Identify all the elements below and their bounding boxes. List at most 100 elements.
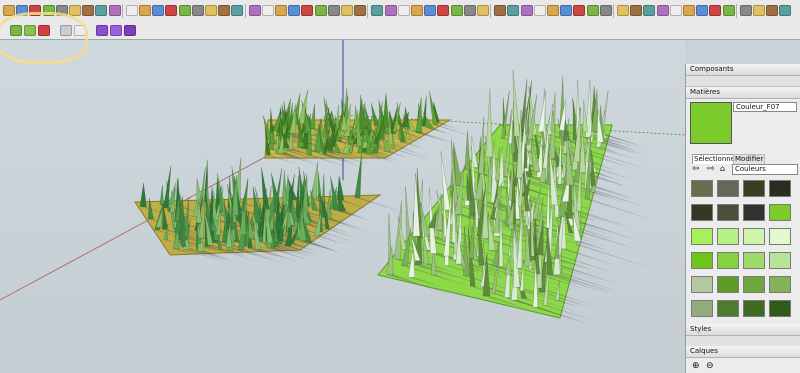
color-swatch[interactable]	[691, 228, 713, 245]
color-swatch[interactable]	[743, 300, 765, 317]
color-swatch[interactable]	[691, 204, 713, 221]
top-view-icon[interactable]	[354, 5, 367, 16]
offset-icon[interactable]	[165, 5, 178, 16]
stamp-icon[interactable]	[573, 5, 586, 16]
orbit-icon[interactable]	[261, 5, 274, 16]
color-swatch[interactable]	[717, 276, 739, 293]
layer-icon[interactable]	[722, 5, 735, 16]
tape-measure-icon[interactable]	[178, 5, 191, 16]
color-swatch[interactable]	[769, 228, 791, 245]
monochrome-icon[interactable]	[494, 5, 507, 16]
sandbox-icon[interactable]	[547, 5, 559, 16]
toolbar-separator	[244, 4, 246, 18]
smoove-icon[interactable]	[560, 5, 573, 16]
layers-header[interactable]: Calques	[686, 346, 800, 358]
pan-icon[interactable]	[275, 5, 287, 16]
color-swatch[interactable]	[743, 180, 765, 197]
iso-view-icon[interactable]	[341, 5, 353, 16]
purple-cube-3-icon[interactable]	[124, 25, 136, 36]
color-swatch[interactable]	[769, 300, 791, 317]
axes-icon[interactable]	[231, 5, 244, 16]
drape-icon[interactable]	[586, 5, 599, 16]
scale-icon[interactable]	[152, 5, 165, 16]
color-swatch[interactable]	[769, 276, 791, 293]
material-preview	[690, 102, 732, 144]
color-swatch[interactable]	[743, 252, 765, 269]
color-swatch[interactable]	[717, 252, 739, 269]
rotate-icon[interactable]	[125, 5, 138, 16]
color-swatch[interactable]	[769, 252, 791, 269]
follow-me-icon[interactable]	[139, 5, 151, 16]
left-view-icon[interactable]	[411, 5, 423, 16]
hidden-line-icon[interactable]	[450, 5, 463, 16]
front-view-icon[interactable]	[371, 5, 384, 16]
position-camera-icon[interactable]	[630, 5, 643, 16]
wireframe-icon[interactable]	[437, 5, 450, 16]
right-view-icon[interactable]	[384, 5, 397, 16]
styles-icon[interactable]	[739, 5, 752, 16]
protractor-icon[interactable]	[205, 5, 217, 16]
extension-warehouse-icon[interactable]	[709, 5, 722, 16]
add-detail-icon[interactable]	[599, 5, 612, 16]
materials-header[interactable]: Matières	[686, 87, 800, 99]
color-swatch[interactable]	[769, 180, 791, 197]
drawing-viewport[interactable]	[0, 40, 685, 373]
fog-icon[interactable]	[520, 5, 533, 16]
zoom-extents-icon[interactable]	[301, 5, 314, 16]
components-icon[interactable]	[753, 5, 765, 16]
zoom-icon[interactable]	[288, 5, 301, 16]
shaded-icon[interactable]	[463, 5, 476, 16]
materials-icon[interactable]	[766, 5, 779, 16]
toolbar-separator	[490, 4, 492, 18]
purple-cube-2-icon[interactable]	[110, 25, 122, 36]
geo-location-icon[interactable]	[669, 5, 682, 16]
previous-view-icon[interactable]	[314, 5, 327, 16]
share-model-icon[interactable]	[696, 5, 709, 16]
scene-svg	[0, 40, 685, 373]
look-around-icon[interactable]	[656, 5, 669, 16]
color-swatch[interactable]	[717, 180, 739, 197]
color-swatch[interactable]	[691, 252, 713, 269]
section-plane-icon[interactable]	[533, 5, 546, 16]
color-swatch[interactable]	[743, 228, 765, 245]
color-swatch[interactable]	[743, 204, 765, 221]
color-swatch[interactable]	[691, 276, 713, 293]
xray-icon[interactable]	[424, 5, 437, 16]
library-dropdown-value: Couleurs	[735, 165, 766, 173]
move-icon[interactable]	[95, 5, 108, 16]
purple-cube-icon[interactable]	[96, 25, 108, 36]
remove-layer-icon[interactable]: ⊖	[706, 361, 716, 371]
arc-icon[interactable]	[82, 5, 95, 16]
tab-edit[interactable]: Modifier	[733, 154, 766, 164]
plugin-toolbar	[0, 22, 800, 40]
color-swatch[interactable]	[717, 300, 739, 317]
next-view-icon[interactable]	[327, 5, 340, 16]
text-icon[interactable]	[218, 5, 231, 16]
outliner-icon[interactable]	[779, 5, 792, 16]
color-swatch[interactable]	[691, 300, 713, 317]
push-pull-icon[interactable]	[108, 5, 121, 16]
material-name-field[interactable]: Couleur_F07	[733, 102, 797, 112]
toolbar-separator	[735, 4, 737, 18]
styles-header[interactable]: Styles	[686, 324, 800, 336]
shadows-icon[interactable]	[507, 5, 520, 16]
color-swatch[interactable]	[743, 276, 765, 293]
components-header[interactable]: Composants	[686, 64, 800, 76]
color-swatch[interactable]	[717, 204, 739, 221]
color-swatch[interactable]	[769, 204, 791, 221]
3d-text-icon[interactable]	[248, 5, 261, 16]
home-icon[interactable]: ⌂	[720, 164, 728, 174]
textured-icon[interactable]	[477, 5, 489, 16]
back-view-icon[interactable]	[397, 5, 410, 16]
walk-icon[interactable]	[643, 5, 656, 16]
warehouse-icon[interactable]	[683, 5, 695, 16]
flip-edge-icon[interactable]	[617, 5, 629, 16]
forward-arrow-icon[interactable]: ⇨	[707, 164, 715, 174]
back-arrow-icon[interactable]: ⇦	[692, 164, 700, 174]
library-dropdown[interactable]: Couleurs	[732, 164, 798, 175]
color-swatch[interactable]	[717, 228, 739, 245]
main-toolbar	[0, 0, 800, 23]
color-swatch[interactable]	[691, 180, 713, 197]
dimension-icon[interactable]	[191, 5, 204, 16]
add-layer-icon[interactable]: ⊕	[692, 361, 702, 371]
